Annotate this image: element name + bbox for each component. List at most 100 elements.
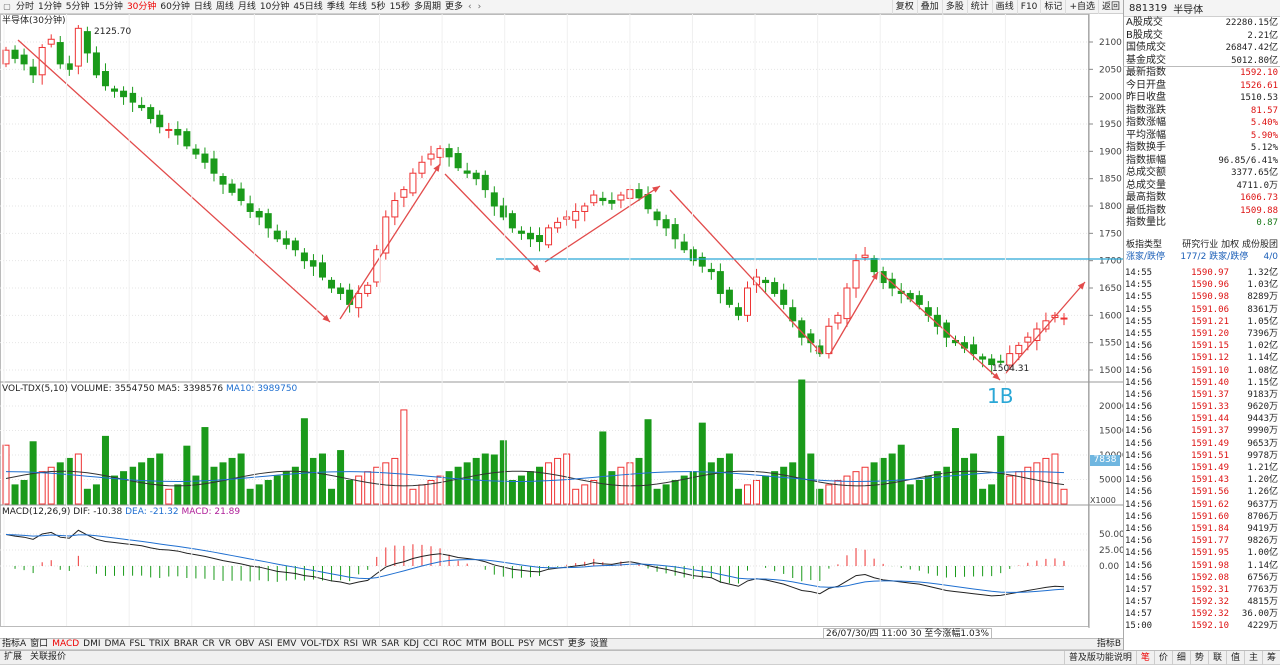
indicator-tab-25[interactable]: 设置	[588, 638, 610, 650]
period-tab-8[interactable]: 月线	[236, 0, 258, 14]
chevron-left-icon[interactable]: ‹	[465, 2, 475, 12]
candle-body	[228, 183, 236, 193]
candle-body	[210, 158, 218, 174]
indicator-tab-5[interactable]: FSL	[127, 638, 147, 650]
window-menu-icon[interactable]: ▢	[0, 0, 14, 14]
volume-bar	[210, 466, 218, 505]
indicator-tab-22[interactable]: PSY	[516, 638, 537, 650]
period-tab-16[interactable]: 更多	[443, 0, 465, 14]
indicator-tab-15[interactable]: WR	[360, 638, 379, 650]
period-tab-7[interactable]: 周线	[214, 0, 236, 14]
chevron-right-icon[interactable]: ›	[475, 2, 485, 12]
macd-dea: DEA: -21.32	[125, 507, 179, 517]
toolbar-button-2[interactable]: 多股	[941, 0, 967, 14]
indicator-tab-8[interactable]: CR	[200, 638, 217, 650]
tick-price: 1590.98	[1191, 292, 1229, 303]
candle-body	[617, 194, 625, 201]
toolbar-button-4[interactable]: 画线	[991, 0, 1017, 14]
period-tab-9[interactable]: 10分钟	[258, 0, 291, 14]
quote-name: 总成交量	[1126, 179, 1166, 191]
indicator-tab-10[interactable]: OBV	[233, 638, 256, 650]
toolbar-button-1[interactable]: 叠加	[916, 0, 942, 14]
indicator-tab-7[interactable]: BRAR	[172, 638, 200, 650]
indicator-tab-14[interactable]: RSI	[341, 638, 360, 650]
period-tab-14[interactable]: 15秒	[388, 0, 412, 14]
indicator-tab-16[interactable]: SAR	[379, 638, 401, 650]
status-right-3[interactable]: 细	[1171, 651, 1190, 665]
period-tab-4[interactable]: 30分钟	[125, 0, 158, 14]
indicator-tab-20[interactable]: MTM	[464, 638, 489, 650]
indicator-tab-18[interactable]: CCI	[421, 638, 440, 650]
volume-bar	[744, 484, 752, 505]
status-right-5[interactable]: 联	[1207, 651, 1226, 665]
toolbar-button-6[interactable]: 标记	[1040, 0, 1065, 14]
indicator-tab-9[interactable]: VR	[217, 638, 233, 650]
tick-time: 14:55	[1125, 292, 1153, 303]
volume-ma10: MA10: 3989750	[225, 384, 298, 394]
indicator-tab-24[interactable]: 更多	[566, 638, 588, 650]
status-left-1[interactable]: 关联报价	[26, 650, 70, 665]
quote-name: 总成交额	[1126, 167, 1166, 178]
period-tab-12[interactable]: 年线	[347, 0, 369, 14]
candle-body	[744, 287, 752, 316]
indicator-tab-21[interactable]: BOLL	[489, 638, 516, 650]
period-tab-11[interactable]: 季线	[325, 0, 347, 14]
toolbar-button-7[interactable]: +自选	[1065, 0, 1098, 14]
indicator-tab-0[interactable]: 指标A	[0, 638, 28, 650]
toolbar-button-0[interactable]: 复权	[891, 0, 917, 14]
indicator-tab-12[interactable]: EMV	[275, 638, 299, 650]
tick-price: 1591.51	[1191, 450, 1229, 461]
tick-list[interactable]: 14:55 1590.97 1.32亿 14:55 1590.96 1.03亿 14:55 1…	[1123, 267, 1280, 650]
tick-row: 14:56 1591.15 1.02亿	[1123, 340, 1280, 352]
status-right-2[interactable]: 价	[1153, 651, 1172, 665]
indicator-tab-17[interactable]: KDJ	[401, 638, 421, 650]
period-tab-6[interactable]: 日线	[192, 0, 214, 14]
volume-bar	[753, 479, 761, 505]
toolbar-button-3[interactable]: 统计	[966, 0, 992, 14]
volume-bar	[228, 457, 236, 505]
candle-body	[933, 314, 941, 327]
indicator-tab-23[interactable]: MCST	[537, 638, 566, 650]
macd-axis-label: 25.00	[1099, 546, 1123, 556]
indicator-tab-1[interactable]: 窗口	[28, 638, 50, 650]
indicator-tab-13[interactable]: VOL-TDX	[298, 638, 341, 650]
quote-value: 5012.80亿	[1231, 55, 1278, 66]
indicator-tab-4[interactable]: DMA	[103, 638, 128, 650]
candle-body	[391, 200, 399, 218]
plate-type-items[interactable]: 研究行业 加权 成份股团	[1182, 239, 1278, 251]
tick-row: 14:56 1591.40 1.15亿	[1123, 377, 1280, 389]
indicator-tab-2[interactable]: MACD	[50, 638, 81, 650]
candle-body	[563, 216, 571, 220]
candle-body	[219, 175, 227, 185]
chart-area[interactable]: 2100 2050 2000 1950 1900 1850 1800 1750 1700 1650…	[0, 14, 1123, 639]
toolbar-button-5[interactable]: F10	[1016, 0, 1041, 14]
status-right-6[interactable]: 值	[1225, 651, 1244, 665]
period-tab-15[interactable]: 多周期	[412, 0, 443, 14]
period-tab-13[interactable]: 5秒	[369, 0, 388, 14]
indicator-tab-6[interactable]: TRIX	[147, 638, 172, 650]
period-tab-10[interactable]: 45日线	[291, 0, 324, 14]
quote-name: 指数涨幅	[1126, 117, 1166, 128]
status-left-0[interactable]: 扩展	[0, 650, 26, 665]
candle-body	[409, 172, 417, 194]
status-right-0[interactable]: 普及版功能说明	[1063, 651, 1136, 665]
status-right-4[interactable]: 势	[1189, 651, 1208, 665]
status-right-8[interactable]: 筹	[1261, 651, 1280, 665]
indicator-tab-b[interactable]: 指标B	[1095, 638, 1123, 650]
period-tab-5[interactable]: 60分钟	[158, 0, 191, 14]
period-tab-2[interactable]: 5分钟	[64, 0, 92, 14]
period-tab-1[interactable]: 1分钟	[36, 0, 64, 14]
kline-chart[interactable]: 2100 2050 2000 1950 1900 1850 1800 1750 1700 1650…	[0, 14, 1123, 628]
status-right-1[interactable]: 笔	[1135, 651, 1154, 665]
volume-bar	[463, 462, 471, 505]
status-right-7[interactable]: 主	[1243, 651, 1262, 665]
period-tab-3[interactable]: 15分钟	[91, 0, 124, 14]
indicator-tab-3[interactable]: DMI	[81, 638, 102, 650]
period-tab-0[interactable]: 分时	[14, 0, 36, 14]
candle-body	[635, 189, 643, 199]
tick-row: 14:56 1591.37 9990万	[1123, 425, 1280, 437]
indicator-tab-19[interactable]: ROC	[440, 638, 464, 650]
indicator-tab-11[interactable]: ASI	[256, 638, 275, 650]
toolbar-button-8[interactable]: 返回	[1097, 0, 1123, 14]
candle-body	[662, 219, 670, 229]
